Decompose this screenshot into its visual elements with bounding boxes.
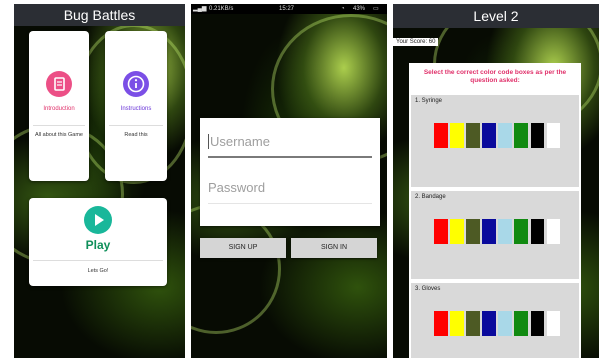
color-swatch[interactable]: [482, 311, 496, 336]
color-swatch[interactable]: [466, 311, 480, 336]
clock: 15:27: [279, 6, 295, 12]
divider: [33, 260, 163, 261]
level-title: Level 2: [393, 4, 599, 28]
color-swatch[interactable]: [482, 219, 496, 244]
color-swatch[interactable]: [514, 311, 528, 336]
color-swatch[interactable]: [514, 123, 528, 148]
sign-up-button[interactable]: SIGN UP: [200, 238, 286, 258]
question-label: 3. Gloves: [415, 286, 441, 292]
color-swatch[interactable]: [498, 219, 512, 244]
password-placeholder: Password: [208, 180, 266, 195]
color-swatch[interactable]: [450, 123, 464, 148]
question-label: 2. Bandage: [415, 194, 446, 200]
play-subtitle: Lets Go!: [87, 268, 109, 274]
login-form: Username Password: [200, 118, 380, 226]
color-swatch[interactable]: [530, 219, 545, 244]
color-swatch[interactable]: [450, 311, 464, 336]
instructions-tile[interactable]: Instructions Read this: [105, 31, 167, 181]
question-gloves: 3. Gloves: [411, 283, 579, 358]
color-swatch[interactable]: [514, 219, 528, 244]
score-label: Your Score: 60: [393, 38, 439, 46]
color-swatch[interactable]: [434, 311, 448, 336]
info-icon: [123, 71, 149, 97]
status-bar: ▂▄▆ 0.21KB/s 15:27 ◔ 43% ▭: [191, 4, 387, 14]
color-swatch[interactable]: [530, 123, 545, 148]
quiz-card: Select the correct color code boxes as p…: [409, 63, 581, 358]
color-swatch[interactable]: [482, 123, 496, 148]
color-swatch[interactable]: [466, 123, 480, 148]
sign-in-button[interactable]: SIGN IN: [291, 238, 377, 258]
level-screen: Level 2 Your Score: 60 Select the correc…: [393, 4, 599, 358]
instructions-subtitle: Read this: [124, 132, 148, 138]
color-options: [434, 123, 561, 148]
login-screen: ▂▄▆ 0.21KB/s 15:27 ◔ 43% ▭ Username Pass…: [191, 4, 387, 358]
introduction-subtitle: All about this Game: [35, 132, 83, 138]
play-label: Play: [85, 238, 111, 252]
question-syringe: 1. Syringe: [411, 95, 579, 187]
password-field[interactable]: Password: [208, 180, 372, 204]
color-options: [434, 311, 561, 336]
divider: [109, 125, 163, 126]
document-icon: [46, 71, 72, 97]
screenshot-collage: Bug Battles Introduction All about this …: [0, 0, 604, 358]
color-swatch[interactable]: [546, 219, 561, 244]
battery-level: 43%: [353, 6, 366, 12]
introduction-label: Introduction: [43, 106, 75, 112]
question-label: 1. Syringe: [415, 98, 443, 104]
color-options: [434, 219, 561, 244]
network-speed: 0.21KB/s: [209, 6, 234, 12]
color-swatch[interactable]: [434, 123, 448, 148]
app-title: Bug Battles: [14, 4, 185, 26]
color-swatch[interactable]: [546, 311, 561, 336]
signal-icon: ▂▄▆: [193, 6, 207, 12]
wifi-icon: ◔: [341, 6, 345, 12]
divider: [33, 125, 85, 126]
username-placeholder: Username: [210, 134, 270, 149]
color-swatch[interactable]: [498, 123, 512, 148]
color-swatch[interactable]: [530, 311, 545, 336]
color-swatch[interactable]: [466, 219, 480, 244]
text-cursor: [208, 134, 209, 149]
introduction-tile[interactable]: Introduction All about this Game: [29, 31, 89, 181]
color-swatch[interactable]: [434, 219, 448, 244]
color-swatch[interactable]: [450, 219, 464, 244]
play-icon: [84, 206, 112, 234]
question-text: Select the correct color code boxes as p…: [423, 69, 567, 84]
instructions-label: Instructions: [120, 106, 152, 112]
color-swatch[interactable]: [498, 311, 512, 336]
question-bandage: 2. Bandage: [411, 191, 579, 279]
color-swatch[interactable]: [546, 123, 561, 148]
battery-icon: ▭: [373, 6, 379, 12]
username-field[interactable]: Username: [208, 134, 372, 158]
play-tile[interactable]: Play Lets Go!: [29, 198, 167, 286]
home-screen: Bug Battles Introduction All about this …: [14, 4, 185, 358]
